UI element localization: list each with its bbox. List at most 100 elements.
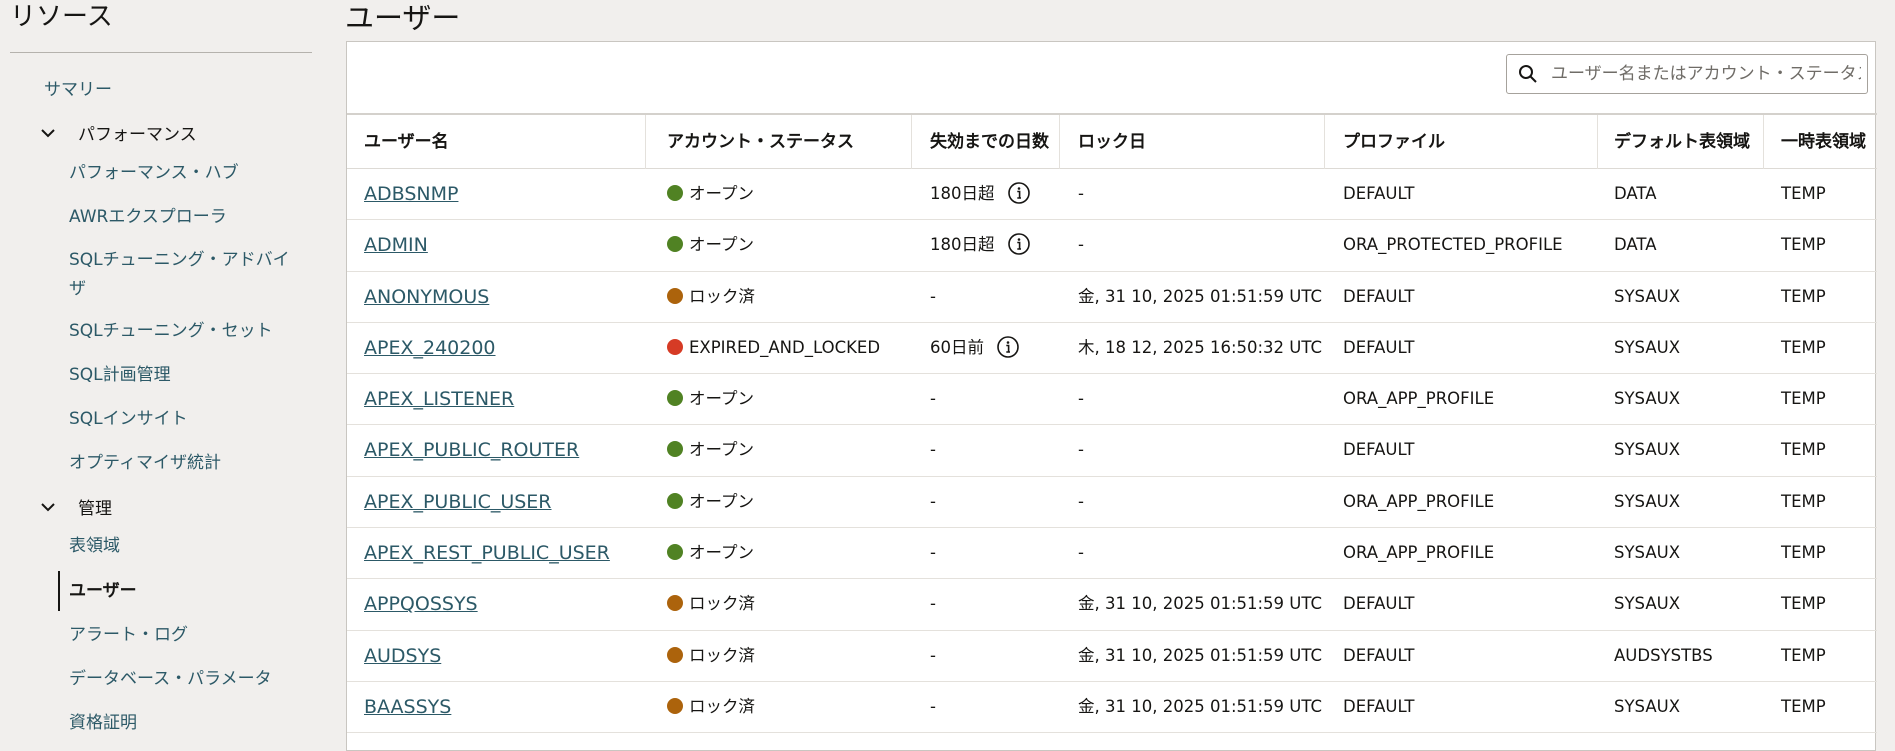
column-header-temp-tablespace[interactable]: 一時表領域 (1781, 115, 1866, 169)
sidebar-item-alert-log[interactable]: アラート・ログ (69, 624, 188, 646)
sidebar-item-awr-explorer[interactable]: AWRエクスプローラ (69, 206, 227, 228)
profile: ORA_APP_PROFILE (1343, 389, 1495, 409)
status-dot-icon (667, 697, 683, 714)
column-header-profile[interactable]: プロファイル (1343, 115, 1445, 169)
status-dot-icon (667, 338, 683, 355)
username-link[interactable]: APEX_LISTENER (364, 374, 514, 424)
sidebar-item-database-parameters[interactable]: データベース・パラメータ (69, 668, 272, 690)
sidebar-item-credentials[interactable]: 資格証明 (69, 712, 137, 734)
table-row[interactable]: AUDSYS ロック済 - 金, 31 10, 2025 01:51:59 UTC DE… (347, 631, 1877, 682)
temp-tablespace: TEMP (1781, 337, 1826, 357)
status-text: ロック済 (689, 645, 755, 665)
account-status: オープン (667, 220, 754, 270)
lock-date: 金, 31 10, 2025 01:51:59 UTC (1078, 645, 1323, 665)
username-link[interactable]: AUDSYS (364, 631, 441, 681)
sidebar-item-performance-hub[interactable]: パフォーマンス・ハブ (69, 162, 239, 184)
default-tablespace: DATA (1614, 184, 1657, 203)
sidebar-item-sql-tuning-advisor[interactable]: SQLチューニング・アドバイザ (69, 246, 299, 304)
status-text: ロック済 (689, 286, 755, 306)
table-row[interactable]: ADBSNMP オープン 180日超 - DEFAULT DATA TEMP (347, 169, 1877, 221)
search-input[interactable] (1549, 63, 1863, 85)
table-row[interactable]: BAASSYS ロック済 - 金, 31 10, 2025 01:51:59 UTC D… (347, 682, 1877, 734)
sidebar-group-performance[interactable]: パフォーマンス (36, 120, 197, 145)
column-separator (1059, 115, 1060, 169)
column-separator (1324, 115, 1325, 169)
default-tablespace: SYSAUX (1614, 543, 1680, 563)
column-header-username[interactable]: ユーザー名 (364, 115, 449, 169)
column-header-default-tablespace[interactable]: デフォルト表領域 (1614, 115, 1750, 169)
status-dot-icon (667, 646, 683, 663)
status-text: オープン (689, 491, 755, 511)
table-row[interactable]: APEX_PUBLIC_USER オープン - - ORA_APP_PROFILE SYS… (347, 477, 1877, 529)
account-status: オープン (667, 374, 754, 424)
info-icon[interactable] (1007, 232, 1031, 256)
username-link[interactable]: APPQOSSYS (364, 579, 478, 629)
table-row[interactable]: APEX_240200 EXPIRED_AND_LOCKED 60日前 木, 18 1… (347, 323, 1877, 375)
info-icon[interactable] (1007, 181, 1031, 205)
table-body: ADBSNMP オープン 180日超 - DEFAULT DATA TEMP ADMIN オープ… (347, 169, 1877, 734)
table-row[interactable]: ADMIN オープン 180日超 - ORA_PROTECTED_PROFILE DATA… (347, 220, 1877, 272)
column-header-lock-date[interactable]: ロック日 (1078, 115, 1146, 169)
profile: DEFAULT (1343, 440, 1415, 460)
sidebar-item-summary[interactable]: サマリー (44, 79, 112, 101)
chevron-down-icon (41, 502, 55, 511)
sidebar-item-sql-plan-management[interactable]: SQL計画管理 (69, 364, 171, 386)
username-link[interactable]: ADMIN (364, 220, 428, 270)
sidebar-group-administration[interactable]: 管理 (36, 494, 112, 519)
expiry-text: - (930, 389, 936, 409)
username-link[interactable]: APEX_REST_PUBLIC_USER (364, 528, 610, 578)
sidebar-item-sql-tuning-sets[interactable]: SQLチューニング・セット (69, 320, 273, 342)
default-tablespace: SYSAUX (1614, 594, 1680, 614)
days-to-expiry: 60日前 (930, 323, 1020, 373)
sidebar-item-optimizer-statistics[interactable]: オプティマイザ統計 (69, 452, 221, 474)
username-link[interactable]: APEX_PUBLIC_ROUTER (364, 425, 579, 475)
expiry-text: 60日前 (930, 337, 984, 357)
profile: ORA_APP_PROFILE (1343, 491, 1495, 511)
days-to-expiry: 180日超 (930, 220, 1031, 270)
search-box[interactable] (1506, 54, 1868, 94)
username-link[interactable]: APEX_240200 (364, 323, 496, 373)
column-header-account-status[interactable]: アカウント・ステータス (667, 115, 854, 169)
status-text: ロック済 (689, 594, 755, 614)
table-row[interactable]: APEX_PUBLIC_ROUTER オープン - - DEFAULT SYSAUX TEM… (347, 425, 1877, 477)
expiry-text: - (930, 286, 936, 306)
table-row[interactable]: APEX_LISTENER オープン - - ORA_APP_PROFILE SYSAUX… (347, 374, 1877, 426)
table-row[interactable]: ANONYMOUS ロック済 - 金, 31 10, 2025 01:51:59 UT… (347, 272, 1877, 323)
username-link[interactable]: BAASSYS (364, 682, 451, 732)
username-link[interactable]: ADBSNMP (364, 169, 458, 219)
sidebar-item-tablespaces[interactable]: 表領域 (69, 535, 120, 557)
lock-date: - (1078, 543, 1084, 563)
expiry-text: 180日超 (930, 184, 995, 203)
sidebar-group-label: パフォーマンス (78, 125, 197, 145)
username-link[interactable]: APEX_PUBLIC_USER (364, 477, 552, 527)
users-panel: ユーザー名 アカウント・ステータス 失効までの日数 ロック日 プロファイル デフ… (346, 41, 1877, 751)
profile: DEFAULT (1343, 645, 1415, 665)
account-status: オープン (667, 528, 754, 578)
temp-tablespace: TEMP (1781, 389, 1826, 409)
account-status: オープン (667, 477, 754, 527)
page-title: ユーザー (345, 1, 461, 35)
info-icon[interactable] (996, 335, 1020, 359)
temp-tablespace: TEMP (1781, 696, 1826, 716)
sidebar-item-sql-insights[interactable]: SQLインサイト (69, 408, 188, 430)
table-row[interactable]: APEX_REST_PUBLIC_USER オープン - - ORA_APP_PROFI… (347, 528, 1877, 580)
column-header-days-to-expiry[interactable]: 失効までの日数 (930, 115, 1049, 169)
temp-tablespace: TEMP (1781, 286, 1826, 306)
default-tablespace: SYSAUX (1614, 696, 1680, 716)
table-row[interactable]: APPQOSSYS ロック済 - 金, 31 10, 2025 01:51:59 UT… (347, 579, 1877, 631)
expiry-text: - (930, 491, 936, 511)
lock-date: - (1078, 491, 1084, 511)
sidebar-item-users[interactable]: ユーザー (69, 580, 137, 602)
expiry-text: - (930, 696, 936, 716)
temp-tablespace: TEMP (1781, 235, 1826, 255)
default-tablespace: SYSAUX (1614, 389, 1680, 409)
days-to-expiry: - (930, 682, 936, 732)
days-to-expiry: - (930, 374, 936, 424)
profile: DEFAULT (1343, 184, 1415, 203)
table-header: ユーザー名 アカウント・ステータス 失効までの日数 ロック日 プロファイル デフ… (347, 113, 1877, 169)
status-dot-icon (667, 441, 683, 458)
account-status: ロック済 (667, 272, 755, 322)
username-link[interactable]: ANONYMOUS (364, 272, 489, 322)
default-tablespace: DATA (1614, 235, 1657, 255)
temp-tablespace: TEMP (1781, 594, 1826, 614)
